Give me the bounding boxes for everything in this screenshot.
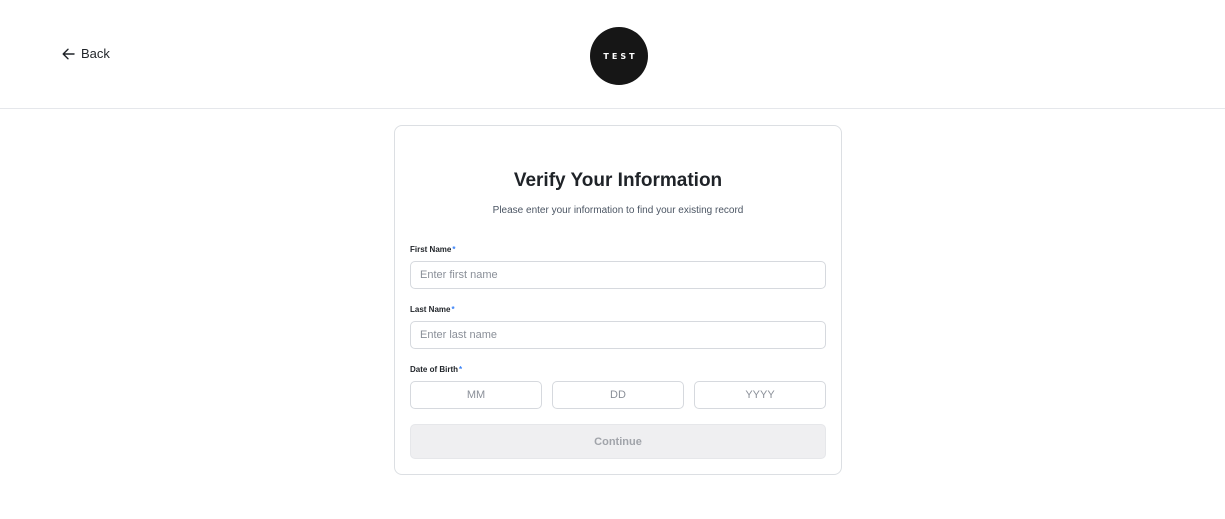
last-name-input[interactable] — [410, 321, 826, 349]
form-title: Verify Your Information — [513, 170, 723, 191]
first-name-label-text: First Name — [410, 245, 452, 254]
required-marker: * — [452, 245, 456, 254]
back-button[interactable]: Back — [62, 46, 110, 61]
dob-label-text: Date of Birth — [410, 365, 458, 374]
required-marker: * — [451, 305, 455, 314]
dob-day-input[interactable] — [552, 381, 684, 409]
continue-button[interactable]: Continue — [410, 424, 826, 459]
last-name-label: Last Name* — [410, 305, 455, 314]
form-subtitle: Please enter your information to find yo… — [492, 205, 744, 216]
arrow-left-icon — [62, 48, 75, 60]
page-header: Back TEST — [0, 0, 1225, 109]
first-name-label: First Name* — [410, 245, 455, 254]
required-marker: * — [459, 365, 463, 374]
dob-month-input[interactable] — [410, 381, 542, 409]
dob-year-input[interactable] — [694, 381, 826, 409]
dob-label: Date of Birth* — [410, 365, 462, 374]
back-label: Back — [81, 46, 110, 61]
logo: TEST — [590, 27, 648, 85]
first-name-input[interactable] — [410, 261, 826, 289]
last-name-label-text: Last Name — [410, 305, 451, 314]
logo-text: TEST — [603, 51, 638, 61]
verify-form-card: Verify Your Information Please enter you… — [394, 125, 842, 475]
